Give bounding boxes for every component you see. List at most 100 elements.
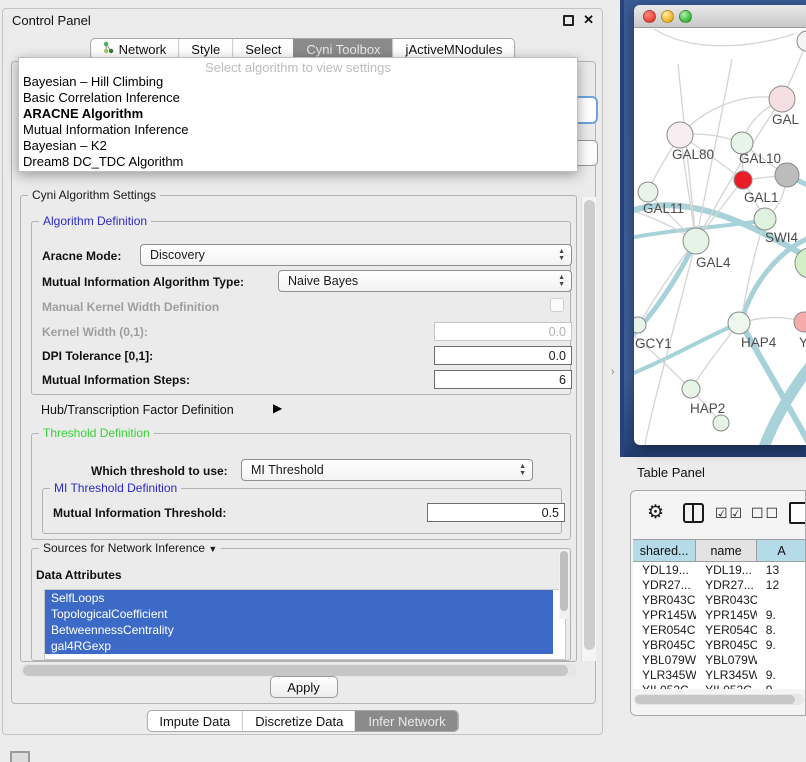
attribute-item-topologicalcoefficient[interactable]: TopologicalCoefficient bbox=[45, 606, 553, 622]
table-rows: YDL19...YDL19...13YDR27...YDR27...12YBR0… bbox=[633, 562, 806, 689]
network-edge[interactable] bbox=[654, 29, 794, 46]
attribute-item-gal4rgexp[interactable]: gal4RGexp bbox=[45, 638, 553, 654]
algorithm-option-mutual-information-inference[interactable]: Mutual Information Inference bbox=[19, 122, 577, 138]
table-horizontal-scrollbar[interactable] bbox=[634, 694, 804, 705]
network-node-gal1[interactable] bbox=[734, 171, 752, 189]
table-row[interactable]: YPR145WYPR145W9. bbox=[633, 607, 806, 622]
close-panel-icon[interactable]: ✕ bbox=[583, 12, 594, 28]
table-row[interactable]: YBL079WYBL079W bbox=[633, 652, 806, 667]
spinner-arrows-icon: ▲▼ bbox=[558, 274, 565, 288]
cyni-algorithm-settings-group: Cyni Algorithm Settings Algorithm Defini… bbox=[20, 195, 577, 662]
sources-group: Sources for Network Inference ▼ Data Att… bbox=[31, 548, 571, 661]
network-node-gal11[interactable] bbox=[638, 182, 658, 202]
mi-steps-field[interactable]: 6 bbox=[434, 370, 572, 389]
minimize-light[interactable] bbox=[661, 10, 674, 23]
table-cell: YER054C bbox=[633, 622, 696, 637]
mi-algorithm-type-select[interactable]: Naive Bayes ▲▼ bbox=[278, 270, 572, 292]
network-node-gcy1[interactable] bbox=[634, 317, 646, 333]
table-row[interactable]: YDR27...YDR27...12 bbox=[633, 577, 806, 592]
close-light[interactable] bbox=[643, 10, 656, 23]
network-node-gal[interactable] bbox=[769, 86, 795, 112]
split-columns-icon[interactable] bbox=[683, 503, 704, 523]
algorithm-option-basic-correlation-inference[interactable]: Basic Correlation Inference bbox=[19, 90, 577, 106]
network-node[interactable] bbox=[713, 415, 729, 431]
aracne-mode-select[interactable]: Discovery ▲▼ bbox=[140, 244, 572, 266]
unchecked-boxes-icon[interactable]: ☐☐ bbox=[751, 505, 780, 522]
table-row[interactable]: YDL19...YDL19...13 bbox=[633, 562, 806, 577]
expand-arrow-icon[interactable]: ▶ bbox=[273, 401, 282, 415]
manual-kernel-width-checkbox[interactable] bbox=[550, 298, 564, 312]
network-node-gal4[interactable] bbox=[683, 228, 709, 254]
network-edge[interactable] bbox=[741, 234, 806, 321]
tab-style[interactable]: Style bbox=[178, 39, 232, 59]
network-node-gal80[interactable] bbox=[667, 122, 693, 148]
attributes-list-scrollbar[interactable] bbox=[559, 550, 569, 619]
tab-cyni-toolbox[interactable]: Cyni Toolbox bbox=[293, 39, 392, 59]
apply-button[interactable]: Apply bbox=[270, 676, 338, 698]
tab-label: Infer Network bbox=[368, 714, 445, 729]
dpi-tolerance-field[interactable]: 0.0 bbox=[434, 346, 572, 365]
table-row[interactable]: YIL052CYIL052C9 bbox=[633, 682, 806, 689]
table-cell: 8. bbox=[757, 622, 806, 637]
algorithm-definition-group: Algorithm Definition Aracne Mode: Discov… bbox=[31, 221, 571, 395]
column-header-a[interactable]: A bbox=[757, 540, 806, 561]
zoom-light[interactable] bbox=[679, 10, 692, 23]
settings-vertical-scrollbar[interactable] bbox=[581, 197, 596, 661]
kernel-width-label: Kernel Width (0,1): bbox=[42, 325, 148, 339]
hub-section-label[interactable]: Hub/Transcription Factor Definition bbox=[41, 403, 234, 417]
table-row[interactable]: YBR043CYBR043C bbox=[633, 592, 806, 607]
splitter-collapse-icon[interactable]: › bbox=[611, 366, 615, 378]
table-row[interactable]: YER054CYER054C8. bbox=[633, 622, 806, 637]
tab-jactivemnodules[interactable]: jActiveMNodules bbox=[393, 39, 515, 59]
tab-label: Style bbox=[191, 42, 220, 57]
network-node-label: GAL11 bbox=[643, 201, 684, 216]
column-header-shared[interactable]: shared... bbox=[633, 540, 696, 561]
algorithm-option-bayesian-k2[interactable]: Bayesian – K2 bbox=[19, 138, 577, 154]
algorithm-option-dream8-dc-tdc-algorithm[interactable]: Dream8 DC_TDC Algorithm bbox=[19, 154, 577, 170]
table-cell: YBR045C bbox=[696, 637, 757, 652]
control-panel-titlebar: Control Panel ✕ bbox=[3, 9, 602, 32]
column-header-name[interactable]: name bbox=[696, 540, 757, 561]
table-cell: 9. bbox=[757, 637, 806, 652]
application-root: Control Panel ✕ Network Style Select Cyni T… bbox=[0, 0, 806, 762]
network-node-y[interactable] bbox=[794, 312, 806, 332]
table-row[interactable]: YBR045CYBR045C9. bbox=[633, 637, 806, 652]
tab-infer-network[interactable]: Infer Network bbox=[355, 711, 457, 731]
tab-label: Select bbox=[245, 42, 281, 57]
network-node[interactable] bbox=[775, 163, 799, 187]
table-cell: 13 bbox=[757, 562, 806, 577]
tab-network[interactable]: Network bbox=[91, 39, 179, 59]
network-node[interactable] bbox=[797, 31, 806, 51]
network-node-hap4[interactable] bbox=[728, 312, 750, 334]
which-threshold-value: MI Threshold bbox=[251, 463, 324, 477]
network-node-swi4[interactable] bbox=[754, 208, 776, 230]
attribute-item-selfloops[interactable]: SelfLoops bbox=[45, 590, 553, 606]
algorithm-option-aracne-algorithm[interactable]: ARACNE Algorithm bbox=[19, 106, 577, 122]
mi-threshold-field[interactable]: 0.5 bbox=[427, 503, 565, 522]
checked-boxes-icon[interactable]: ☑☑ bbox=[715, 505, 744, 522]
table-row[interactable]: YLR345WYLR345W9. bbox=[633, 667, 806, 682]
tab-label: jActiveMNodules bbox=[406, 42, 503, 57]
minimized-panel-icon[interactable] bbox=[10, 751, 30, 762]
float-window-icon[interactable] bbox=[563, 15, 574, 26]
tab-label: Discretize Data bbox=[255, 714, 343, 729]
attribute-item-betweennesscentrality[interactable]: BetweennessCentrality bbox=[45, 622, 553, 638]
table-cell: YDL19... bbox=[633, 562, 696, 577]
tab-select[interactable]: Select bbox=[232, 39, 293, 59]
kernel-width-field[interactable]: 0.0 bbox=[434, 322, 572, 341]
network-edge[interactable] bbox=[680, 97, 782, 135]
table-cell bbox=[757, 592, 806, 607]
table-panel-window: ⚙ ☑☑ ☐☐ shared...nameA YDL19...YDL19...1… bbox=[630, 490, 806, 716]
which-threshold-select[interactable]: MI Threshold ▲▼ bbox=[241, 459, 533, 481]
mi-threshold-group: MI Threshold Definition Mutual Informati… bbox=[42, 488, 562, 534]
tab-discretize-data[interactable]: Discretize Data bbox=[242, 711, 355, 731]
tab-impute-data[interactable]: Impute Data bbox=[147, 711, 242, 731]
network-node-hap2[interactable] bbox=[682, 380, 700, 398]
collapse-arrow-icon[interactable]: ▼ bbox=[208, 544, 217, 554]
table-cell: YDL19... bbox=[696, 562, 757, 577]
table-cell: 9. bbox=[757, 607, 806, 622]
file-icon[interactable] bbox=[789, 502, 806, 524]
algorithm-option-bayesian-hill-climbing[interactable]: Bayesian – Hill Climbing bbox=[19, 74, 577, 90]
network-canvas[interactable]: GALGAL80GAL10GAL1GAL11SWI4GAL4GCY1HAP4YH… bbox=[634, 29, 806, 445]
settings-gear-icon[interactable]: ⚙ bbox=[647, 503, 664, 523]
